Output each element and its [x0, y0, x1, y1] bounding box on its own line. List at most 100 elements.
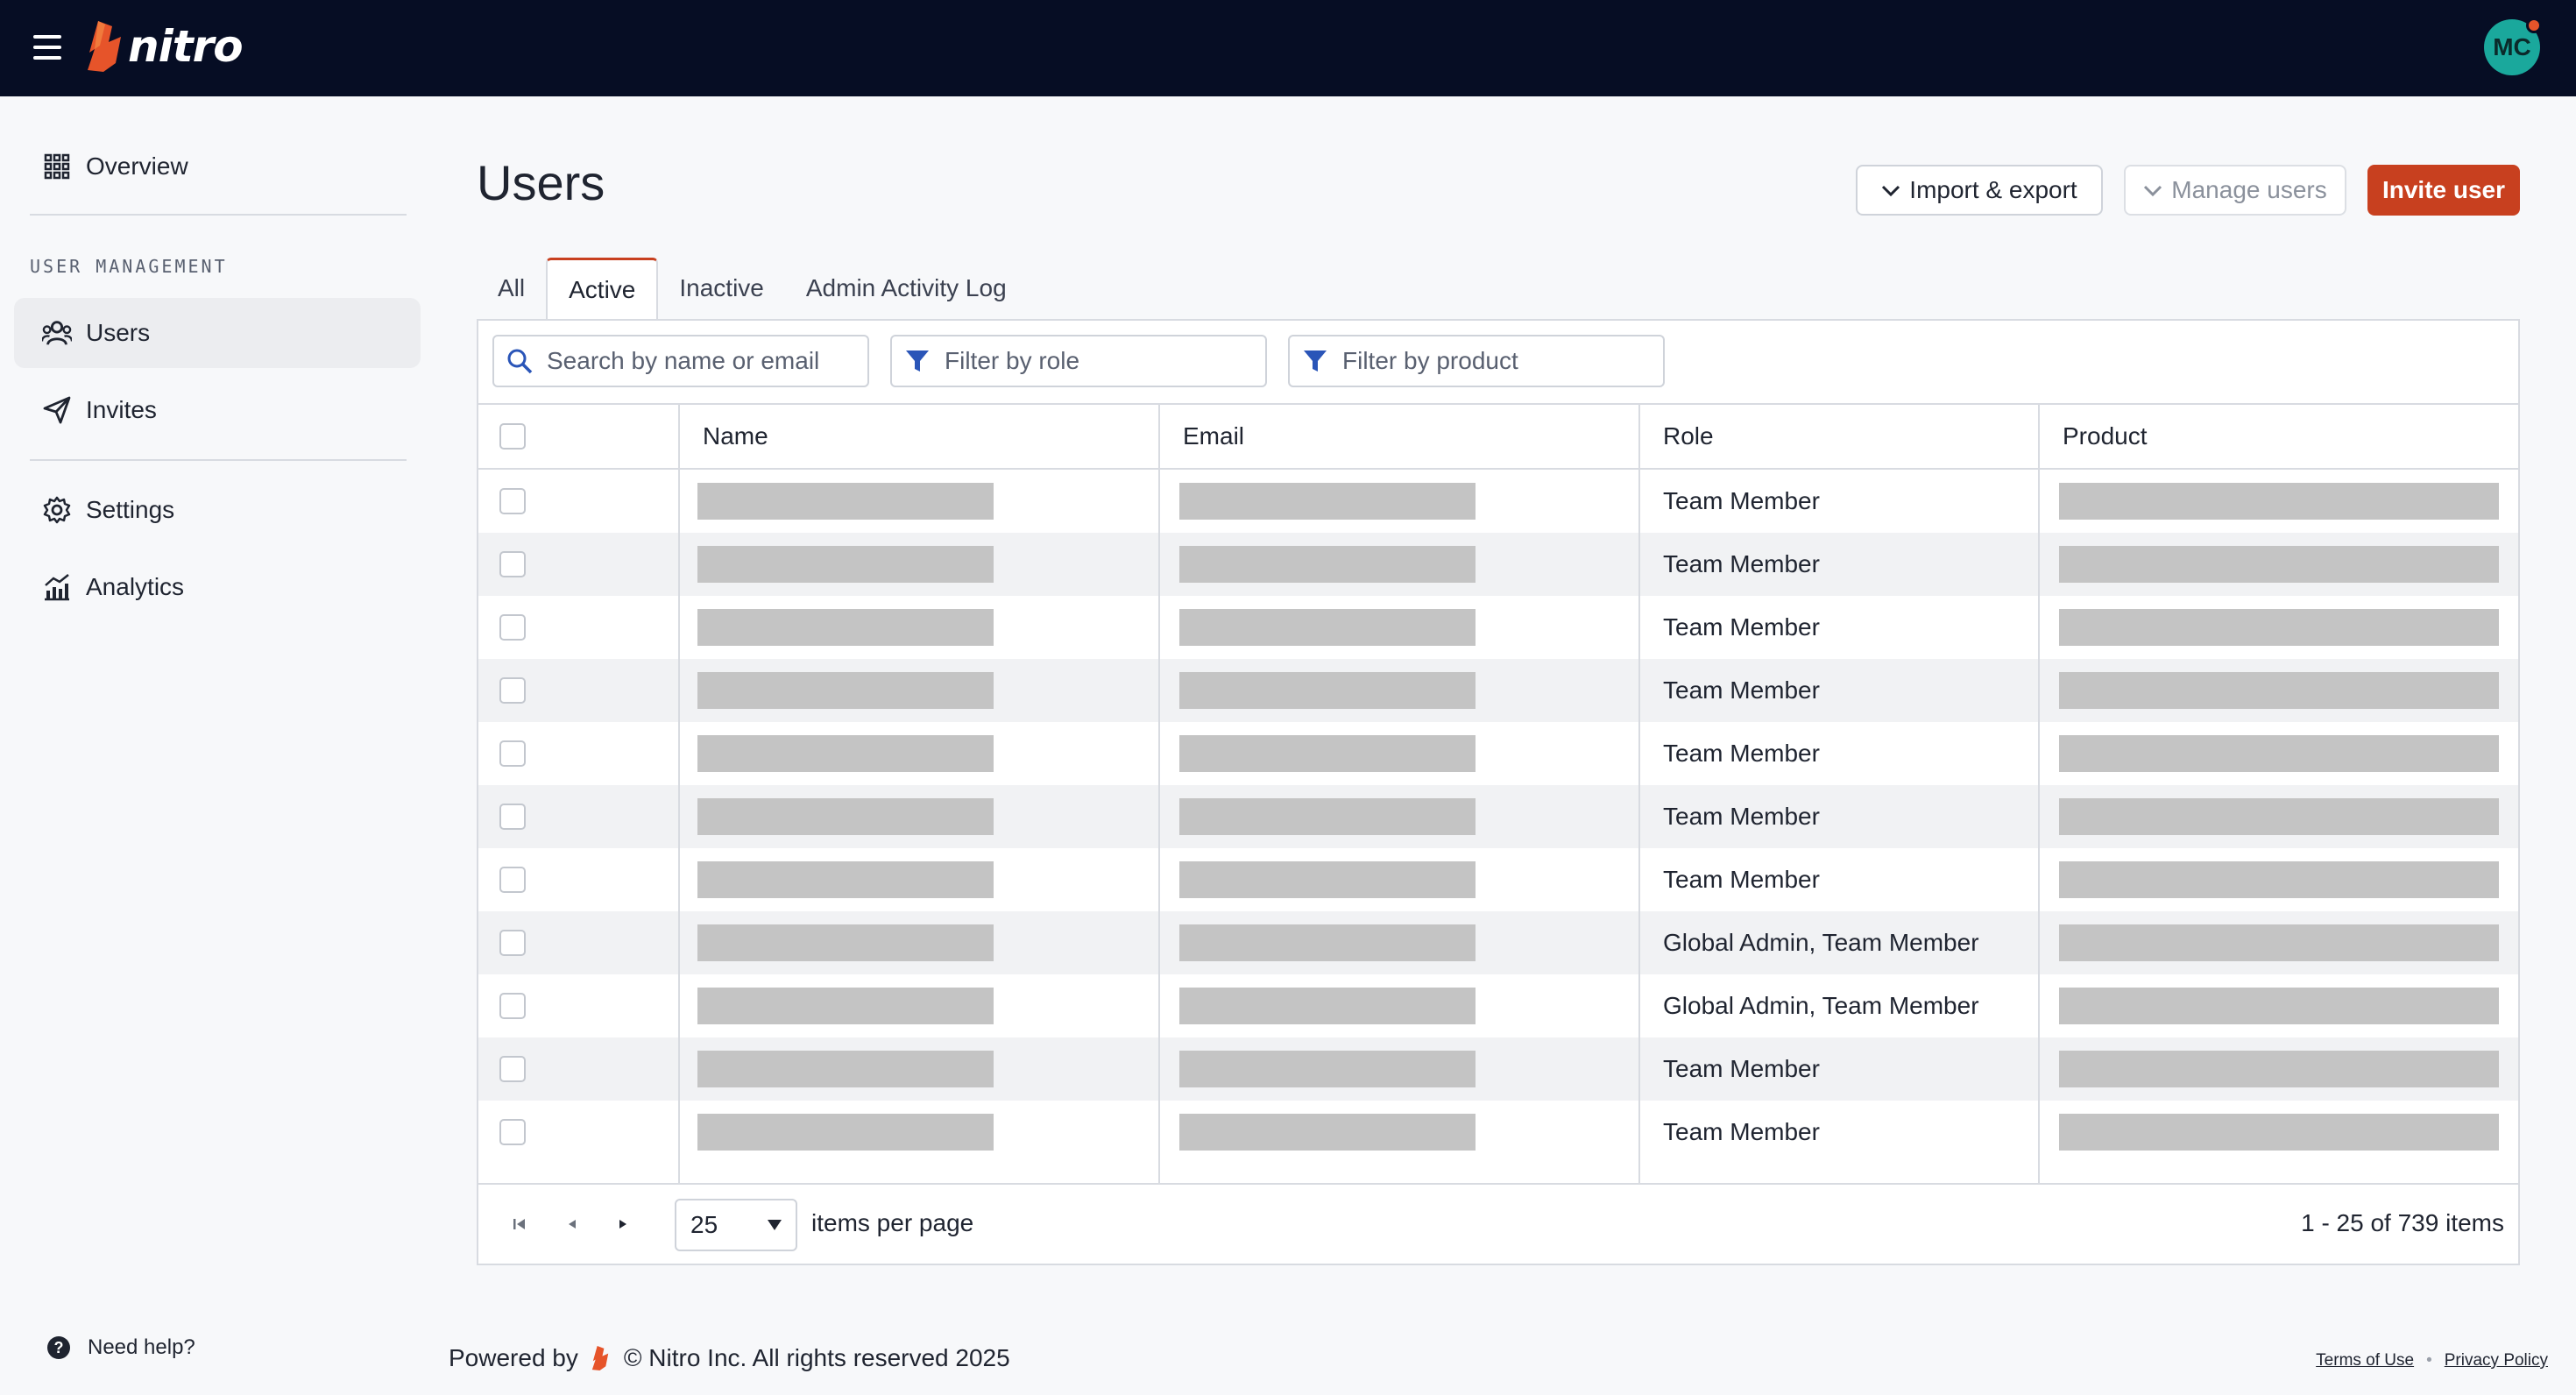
- sidebar-item-analytics[interactable]: Analytics: [14, 552, 421, 622]
- row-checkbox[interactable]: [499, 867, 526, 893]
- column-header-role[interactable]: Role: [1663, 405, 1714, 468]
- role-cell: Team Member: [1663, 613, 1820, 641]
- column-header-name[interactable]: Name: [703, 405, 768, 468]
- column-divider: [1158, 405, 1160, 1183]
- table-header: Name Email Role Product: [478, 405, 2518, 470]
- row-checkbox-cell: [499, 1037, 526, 1101]
- import-export-button[interactable]: Import & export: [1856, 165, 2103, 216]
- role-cell: Team Member: [1663, 1118, 1820, 1145]
- item-count: 1 - 25 of 739 items: [2301, 1209, 2504, 1236]
- row-checkbox-cell: [499, 659, 526, 722]
- tab-admin-activity-log[interactable]: Admin Activity Log: [785, 258, 1028, 319]
- terms-of-use-link[interactable]: Terms of Use: [2316, 1351, 2414, 1370]
- row-checkbox[interactable]: [499, 488, 526, 514]
- sidebar-divider: [30, 214, 407, 216]
- product-cell: [2059, 722, 2499, 785]
- table-row[interactable]: Global Admin, Team Member: [478, 974, 2518, 1037]
- nitro-flame-icon: [591, 1345, 609, 1371]
- page-size-select[interactable]: 25: [675, 1199, 797, 1251]
- name-placeholder: [697, 1051, 994, 1087]
- help-label: Need help?: [88, 1335, 195, 1359]
- tab-all[interactable]: All: [477, 258, 546, 319]
- email-cell: [1179, 974, 1476, 1037]
- first-page-button[interactable]: [506, 1211, 533, 1237]
- row-checkbox-cell: [499, 533, 526, 596]
- name-placeholder: [697, 483, 994, 520]
- table-row[interactable]: Global Admin, Team Member: [478, 911, 2518, 974]
- sidebar-item-invites[interactable]: Invites: [14, 375, 421, 445]
- product-placeholder: [2059, 798, 2499, 835]
- filter-by-role-field[interactable]: Filter by role: [890, 335, 1267, 387]
- column-divider: [1638, 405, 1640, 1183]
- name-cell: [697, 470, 994, 533]
- help-link[interactable]: ? Need help?: [47, 1335, 195, 1360]
- row-checkbox[interactable]: [499, 1119, 526, 1145]
- next-page-icon: [619, 1220, 626, 1229]
- table-row[interactable]: Team Member: [478, 470, 2518, 533]
- chevron-down-icon: [1882, 185, 1900, 197]
- users-icon: [42, 318, 72, 348]
- role-cell: Team Member: [1663, 1055, 1820, 1082]
- next-page-button[interactable]: [610, 1211, 636, 1237]
- name-placeholder: [697, 798, 994, 835]
- powered-by-label: Powered by: [449, 1344, 578, 1371]
- email-cell: [1179, 722, 1476, 785]
- nitro-flame-icon: [88, 21, 121, 72]
- product-cell: [2059, 1037, 2499, 1101]
- users-panel: Search by name or email Filter by role F…: [477, 319, 2520, 1265]
- row-checkbox-cell: [499, 722, 526, 785]
- row-checkbox[interactable]: [499, 551, 526, 577]
- table-row[interactable]: Team Member: [478, 1101, 2518, 1164]
- filter-by-product-field[interactable]: Filter by product: [1288, 335, 1665, 387]
- email-placeholder: [1179, 1051, 1476, 1087]
- row-checkbox[interactable]: [499, 740, 526, 767]
- per-page-label: items per page: [811, 1209, 974, 1236]
- row-checkbox[interactable]: [499, 993, 526, 1019]
- sidebar-item-overview[interactable]: Overview: [14, 131, 421, 202]
- product-cell: [2059, 785, 2499, 848]
- table-row[interactable]: Team Member: [478, 659, 2518, 722]
- table-row[interactable]: Team Member: [478, 848, 2518, 911]
- role-cell: Team Member: [1663, 550, 1820, 577]
- row-checkbox[interactable]: [499, 804, 526, 830]
- row-checkbox[interactable]: [499, 677, 526, 704]
- privacy-policy-link[interactable]: Privacy Policy: [2445, 1351, 2548, 1370]
- product-placeholder: [2059, 609, 2499, 646]
- email-placeholder: [1179, 672, 1476, 709]
- tab-inactive[interactable]: Inactive: [658, 258, 785, 319]
- row-checkbox[interactable]: [499, 930, 526, 956]
- hamburger-menu-icon[interactable]: [33, 35, 61, 60]
- user-avatar[interactable]: MC: [2484, 18, 2542, 75]
- tab-active[interactable]: Active: [546, 258, 659, 319]
- email-placeholder: [1179, 1114, 1476, 1151]
- table-row[interactable]: Team Member: [478, 785, 2518, 848]
- pagination-bar: 25 items per page 1 - 25 of 739 items: [478, 1183, 2518, 1264]
- row-checkbox[interactable]: [499, 1056, 526, 1082]
- product-cell: [2059, 911, 2499, 974]
- column-header-product[interactable]: Product: [2063, 405, 2148, 468]
- column-header-email[interactable]: Email: [1183, 405, 1244, 468]
- product-placeholder: [2059, 735, 2499, 772]
- role-cell: Team Member: [1663, 676, 1820, 704]
- select-all-checkbox[interactable]: [499, 423, 526, 450]
- row-checkbox[interactable]: [499, 614, 526, 641]
- previous-page-button[interactable]: [559, 1211, 585, 1237]
- nitro-logo[interactable]: nitro: [86, 18, 244, 75]
- sidebar-item-users[interactable]: Users: [14, 298, 421, 368]
- sidebar-item-settings[interactable]: Settings: [14, 475, 421, 545]
- product-placeholder: [2059, 546, 2499, 583]
- name-cell: [697, 659, 994, 722]
- table-row[interactable]: Team Member: [478, 596, 2518, 659]
- manage-users-button[interactable]: Manage users: [2124, 165, 2346, 216]
- gear-icon: [42, 495, 72, 525]
- table-row[interactable]: Team Member: [478, 722, 2518, 785]
- table-row[interactable]: Team Member: [478, 1037, 2518, 1101]
- filter-icon: [906, 351, 929, 372]
- table-row[interactable]: Team Member: [478, 533, 2518, 596]
- sidebar-item-label: Settings: [86, 496, 175, 523]
- send-icon: [42, 395, 72, 425]
- search-input[interactable]: Search by name or email: [492, 335, 869, 387]
- invite-user-button[interactable]: Invite user: [2367, 165, 2520, 216]
- section-label: USER MANAGEMENT: [30, 256, 228, 277]
- name-cell: [697, 1101, 994, 1164]
